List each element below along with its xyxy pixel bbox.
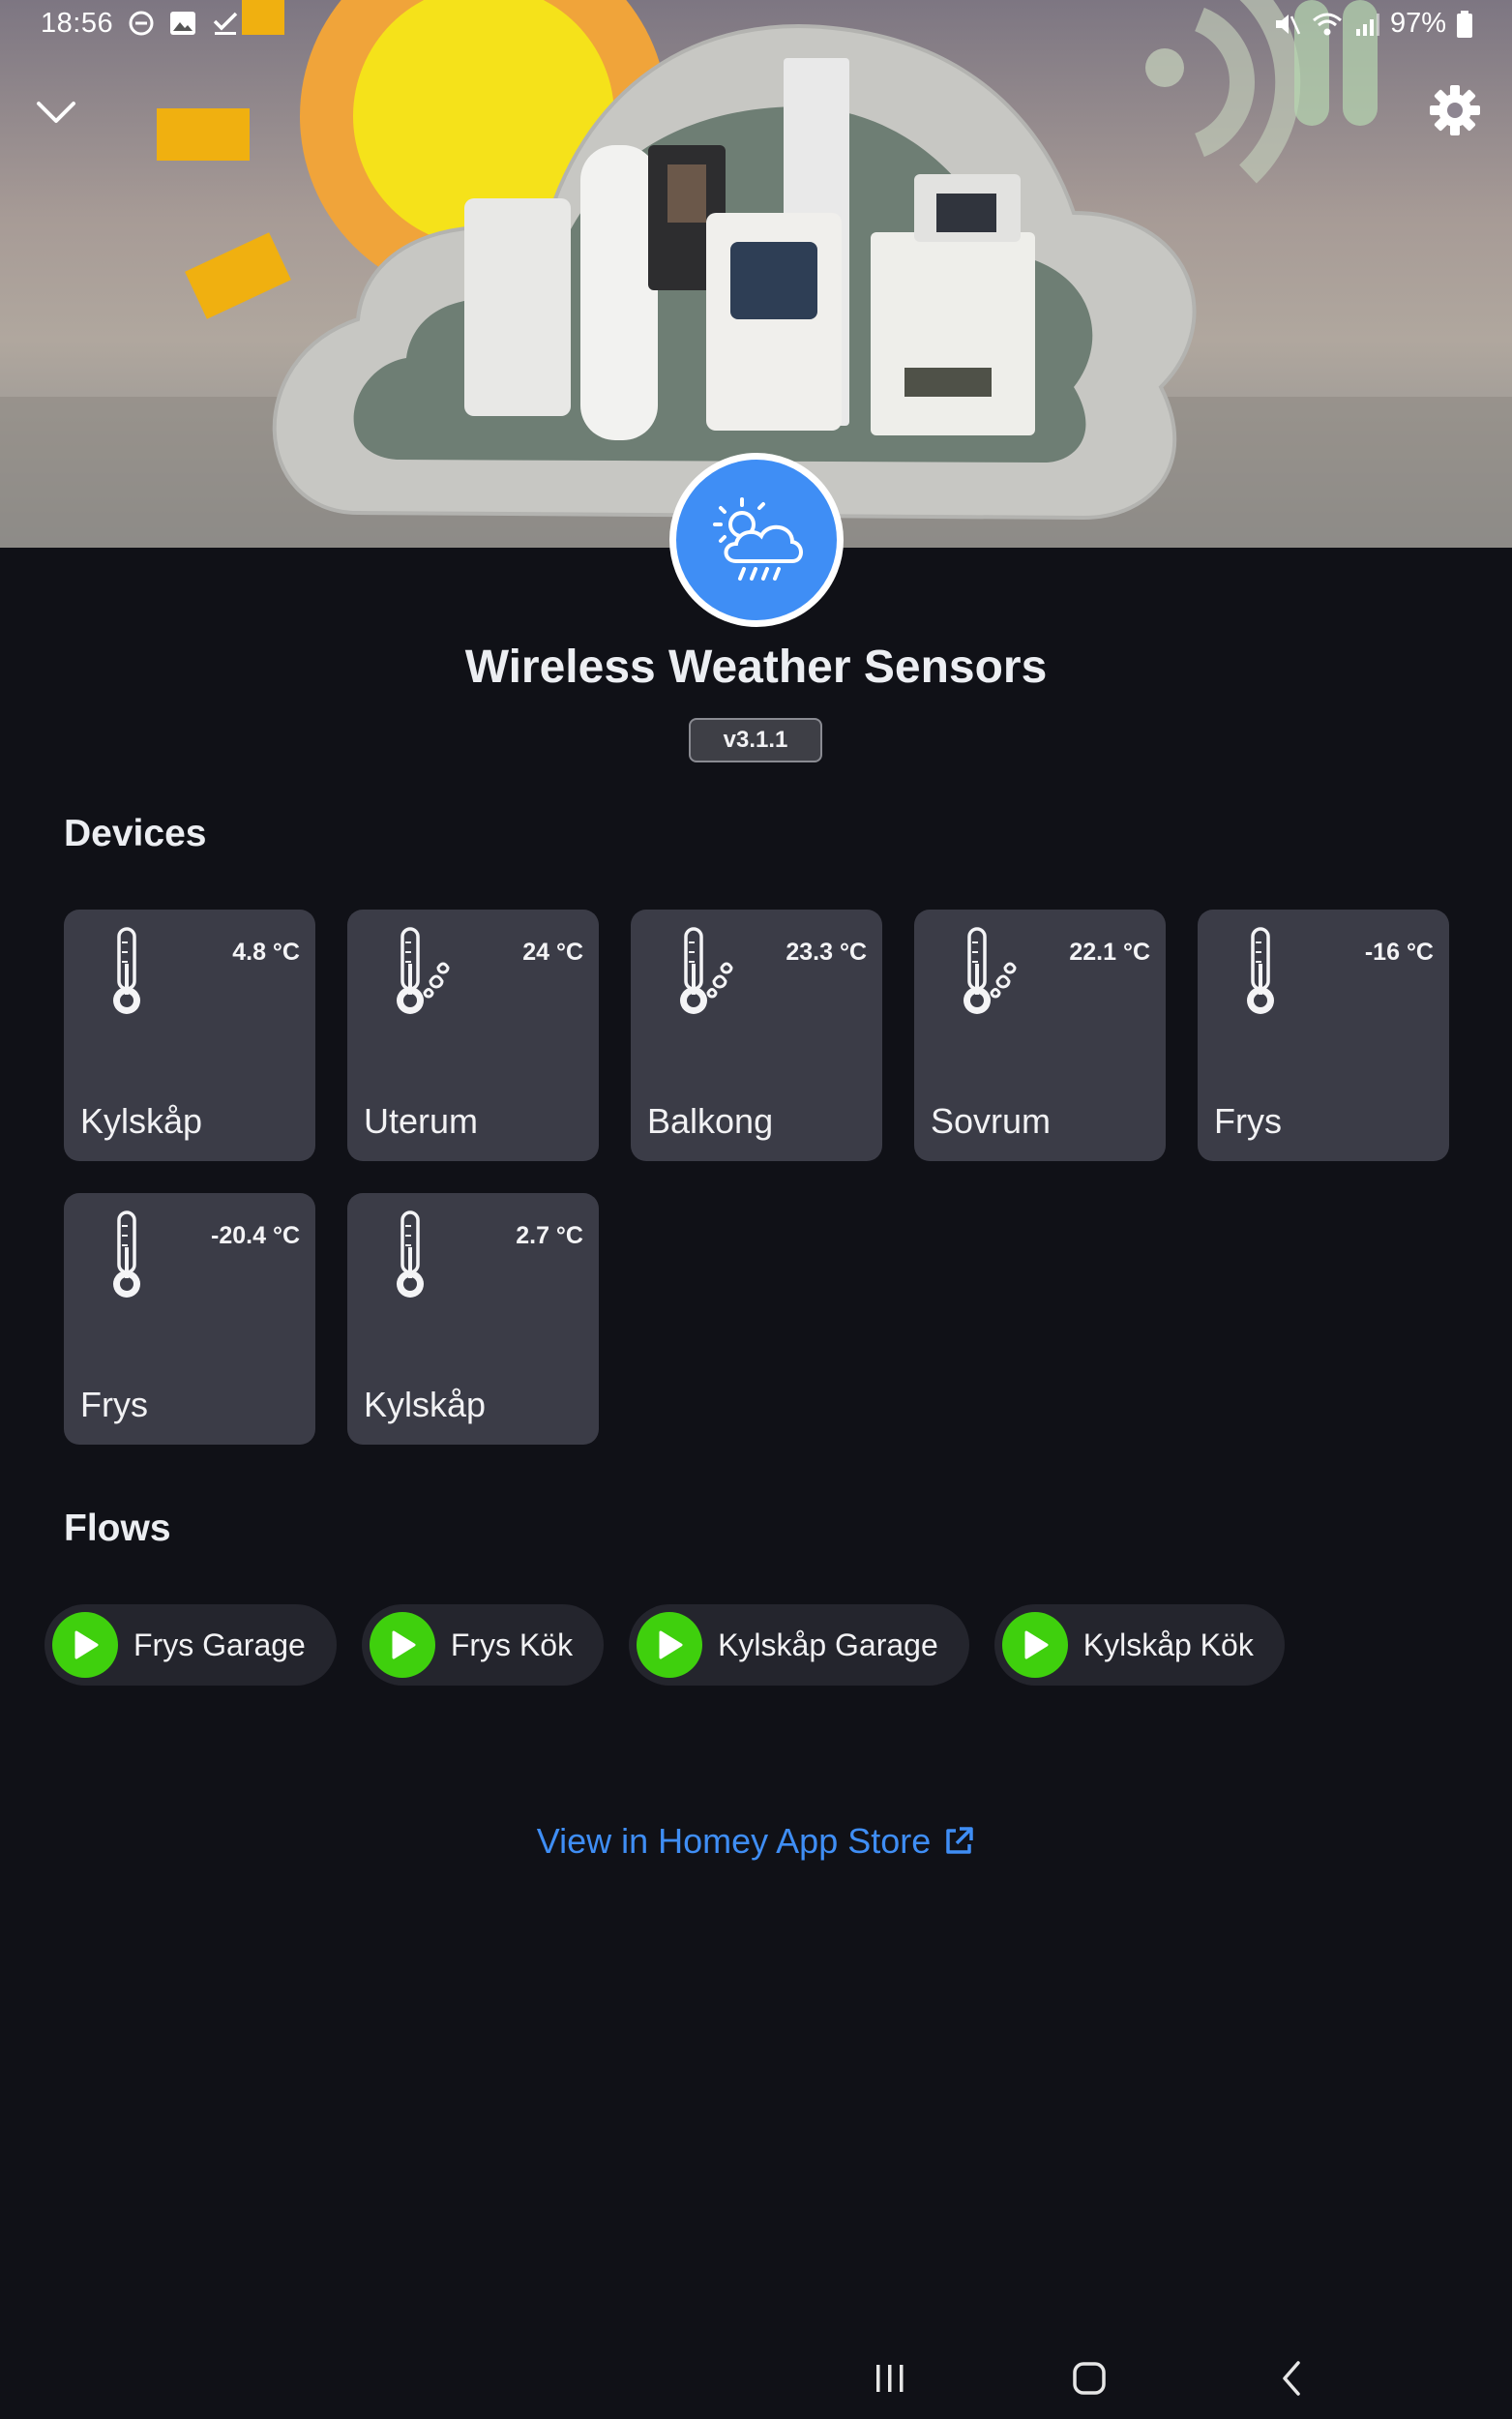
device-card[interactable]: -16 °C Frys [1198,910,1449,1161]
device-name: Balkong [647,1101,774,1141]
thermometer-humidity-icon [964,927,1017,1014]
device-name: Frys [1214,1101,1282,1141]
device-name: Sovrum [931,1101,1052,1141]
play-icon[interactable] [1001,1612,1068,1678]
flow-chip[interactable]: Kylskåp Kök [993,1604,1285,1686]
device-temperature: 23.3 °C [786,939,867,966]
device-name: Uterum [364,1101,479,1141]
device-card[interactable]: 2.7 °C Kylskåp [347,1193,599,1445]
mute-icon [1275,14,1301,35]
flow-label: Kylskåp Garage [718,1627,938,1662]
home-icon[interactable] [1070,2359,1109,2398]
flow-chip[interactable]: Frys Kök [361,1604,605,1686]
recent-apps-icon[interactable] [871,2359,909,2398]
device-temperature: -20.4 °C [211,1222,300,1249]
system-nav-bar [0,2342,1512,2419]
device-temperature: 2.7 °C [516,1222,583,1249]
back-icon[interactable] [1273,2359,1312,2398]
flow-label: Frys Garage [133,1627,306,1662]
thermometer-icon [397,1210,424,1298]
device-temperature: 22.1 °C [1069,939,1150,966]
thermometer-icon [1247,927,1274,1014]
device-name: Kylskåp [80,1101,203,1141]
flow-label: Frys Kök [450,1627,574,1662]
chevron-down-icon[interactable] [35,92,77,134]
status-time: 18:56 [41,8,114,39]
device-temperature: -16 °C [1364,939,1434,966]
status-right-icons: 97% [1272,8,1473,40]
play-icon[interactable] [637,1612,703,1678]
device-card[interactable]: 24 °C Uterum [347,910,599,1161]
device-temperature: 24 °C [522,939,583,966]
gear-icon[interactable] [1428,83,1482,137]
flow-chip[interactable]: Kylskåp Garage [629,1604,969,1686]
external-link-icon [946,1827,974,1854]
app-store-link-label[interactable]: View in Homey App Store [537,1821,932,1862]
device-name: Kylskåp [364,1385,487,1424]
thermometer-icon [113,1210,140,1298]
do-not-disturb-icon [129,11,154,36]
battery-percent: 97% [1389,8,1446,39]
device-temperature: 4.8 °C [232,939,300,966]
thermometer-humidity-icon [397,927,450,1014]
battery-icon [1457,10,1472,38]
play-icon[interactable] [369,1612,435,1678]
device-card[interactable]: 22.1 °C Sovrum [914,910,1166,1161]
status-left-icons [128,10,240,37]
version-badge: v3.1.1 [689,718,822,762]
task-check-icon [213,12,238,35]
app-icon [669,453,844,627]
flows-heading: Flows [64,1508,171,1549]
gallery-icon [170,12,195,35]
thermometer-humidity-icon [680,927,733,1014]
device-card[interactable]: -20.4 °C Frys [64,1193,315,1445]
signal-icon [1355,13,1379,36]
flow-chip[interactable]: Frys Garage [44,1604,337,1686]
device-card[interactable]: 4.8 °C Kylskåp [64,910,315,1161]
app-store-link[interactable]: View in Homey App Store [0,1821,1512,1862]
app-title: Wireless Weather Sensors [464,642,1048,693]
device-card[interactable]: 23.3 °C Balkong [631,910,882,1161]
device-name: Frys [80,1385,148,1424]
device-grid: 4.8 °C Kylskåp 24 °C Uterum 23.3 °C Balkong 22… [64,910,1457,1445]
flow-label: Kylskåp Kök [1082,1627,1254,1662]
play-icon[interactable] [52,1612,118,1678]
status-bar: 18:56 97% [0,0,1512,50]
weather-cloud-sun-rain-icon [713,497,803,581]
thermometer-icon [113,927,140,1014]
flow-list: Frys Garage Frys Kök Kylskåp Garage Kylskåp… [44,1604,1285,1686]
wifi-icon [1312,13,1342,35]
devices-heading: Devices [64,813,207,854]
